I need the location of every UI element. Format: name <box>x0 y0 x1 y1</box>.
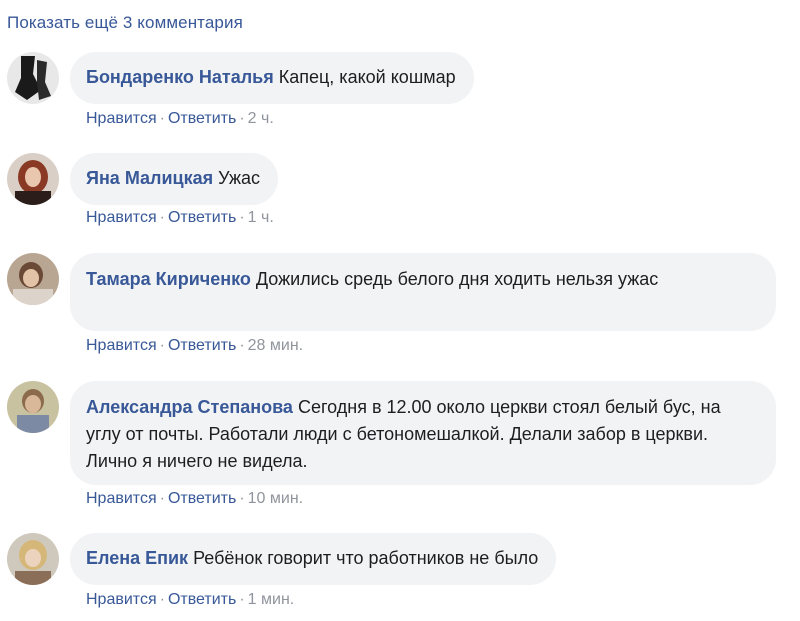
separator-dot: · <box>239 209 245 226</box>
comment-text: Ребёнок говорит что работников не было <box>193 548 539 568</box>
reply-link[interactable]: Ответить <box>168 490 236 507</box>
reply-link[interactable]: Ответить <box>168 209 236 226</box>
comment-bubble: Тамара Кириченко Дожились средь белого дн… <box>70 253 776 331</box>
like-link[interactable]: Нравится <box>86 591 157 608</box>
comment-author[interactable]: Бондаренко Наталья <box>86 67 274 87</box>
separator-dot: · <box>159 209 165 226</box>
comment-timestamp[interactable]: 10 мин. <box>248 490 303 507</box>
comment-timestamp[interactable]: 1 ч. <box>248 209 274 226</box>
comment-text: Дожились средь белого дня ходить нельзя … <box>255 269 659 289</box>
separator-dot: · <box>239 591 245 608</box>
comment-bubble: Яна Малицкая Ужас <box>70 153 279 205</box>
comment-bubble: Александра Степанова Сегодня в 12.00 окол… <box>70 381 776 485</box>
reply-link[interactable]: Ответить <box>168 591 236 608</box>
separator-dot: · <box>159 490 165 507</box>
separator-dot: · <box>159 337 165 354</box>
comment-text: Ужас <box>218 168 261 188</box>
comment-author[interactable]: Яна Малицкая <box>86 168 213 188</box>
comment-bubble: Елена Епик Ребёнок говорит что работников… <box>70 533 557 585</box>
separator-dot: · <box>159 591 165 608</box>
comment-author[interactable]: Александра Степанова <box>86 397 293 417</box>
comment-actions: Нравится · Ответить · 1 ч. <box>86 209 274 227</box>
like-link[interactable]: Нравится <box>86 337 157 354</box>
comment-actions: Нравится · Ответить · 28 мин. <box>86 337 303 355</box>
separator-dot: · <box>239 337 245 354</box>
comment-author[interactable]: Тамара Кириченко <box>86 269 251 289</box>
comment-text: Капец, какой кошмар <box>278 67 456 87</box>
comment-timestamp[interactable]: 1 мин. <box>248 591 295 608</box>
avatar[interactable] <box>7 153 59 205</box>
comment-author[interactable]: Елена Епик <box>86 548 188 568</box>
comment-timestamp[interactable]: 2 ч. <box>248 110 274 127</box>
separator-dot: · <box>159 110 165 127</box>
avatar[interactable] <box>7 381 59 433</box>
like-link[interactable]: Нравится <box>86 490 157 507</box>
comment-actions: Нравится · Ответить · 1 мин. <box>86 591 294 609</box>
comment-actions: Нравится · Ответить · 2 ч. <box>86 110 274 128</box>
comment-bubble: Бондаренко Наталья Капец, какой кошмар <box>70 52 474 104</box>
comment-timestamp[interactable]: 28 мин. <box>248 337 303 354</box>
avatar[interactable] <box>7 533 59 585</box>
separator-dot: · <box>239 490 245 507</box>
show-more-comments-link[interactable]: Показать ещё 3 комментария <box>7 13 243 33</box>
separator-dot: · <box>239 110 245 127</box>
like-link[interactable]: Нравится <box>86 209 157 226</box>
avatar[interactable] <box>7 52 59 104</box>
reply-link[interactable]: Ответить <box>168 110 236 127</box>
avatar[interactable] <box>7 253 59 305</box>
like-link[interactable]: Нравится <box>86 110 157 127</box>
reply-link[interactable]: Ответить <box>168 337 236 354</box>
comment-actions: Нравится · Ответить · 10 мин. <box>86 490 303 508</box>
